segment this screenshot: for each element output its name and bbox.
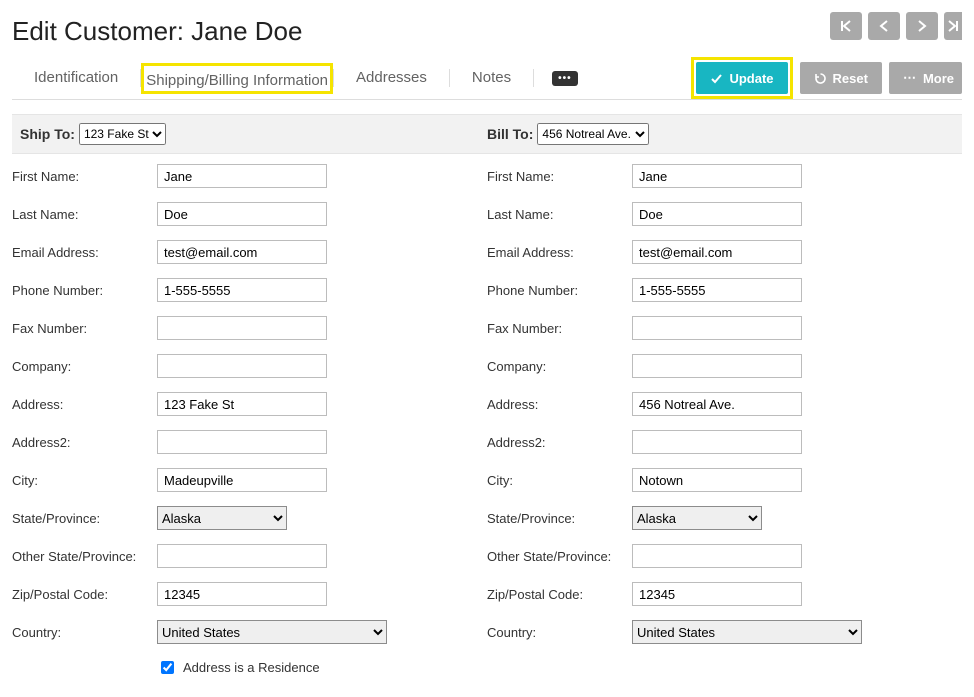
bill-other-state-label: Other State/Province:: [487, 549, 632, 564]
bill-zip-label: Zip/Postal Code:: [487, 587, 632, 602]
ship-residence-label: Address is a Residence: [183, 660, 320, 675]
ship-city-input[interactable]: [157, 468, 327, 492]
bill-address-label: Address:: [487, 397, 632, 412]
ship-email-input[interactable]: [157, 240, 327, 264]
tab-identification[interactable]: Identification: [12, 59, 140, 98]
more-icon: ⋯: [903, 70, 917, 86]
bill-city-label: City:: [487, 473, 632, 488]
ship-to-form: First Name: Last Name: Email Address: Ph…: [12, 164, 487, 677]
bill-phone-input[interactable]: [632, 278, 802, 302]
tab-more-icon[interactable]: •••: [552, 71, 578, 86]
bill-phone-label: Phone Number:: [487, 283, 632, 298]
bill-email-label: Email Address:: [487, 245, 632, 260]
bill-zip-input[interactable]: [632, 582, 802, 606]
bill-company-label: Company:: [487, 359, 632, 374]
update-highlight: Update: [691, 57, 792, 99]
tab-addresses[interactable]: Addresses: [334, 59, 449, 98]
ship-last-name-label: Last Name:: [12, 207, 157, 222]
ship-state-select[interactable]: Alaska: [157, 506, 287, 530]
ship-company-input[interactable]: [157, 354, 327, 378]
ship-first-name-input[interactable]: [157, 164, 327, 188]
check-icon: [710, 72, 723, 85]
bill-email-input[interactable]: [632, 240, 802, 264]
tab-separator: [533, 69, 534, 87]
reset-icon: [814, 72, 827, 85]
ship-phone-label: Phone Number:: [12, 283, 157, 298]
bill-address2-label: Address2:: [487, 435, 632, 450]
bill-fax-label: Fax Number:: [487, 321, 632, 336]
tab-bar: Identification Shipping/Billing Informat…: [12, 59, 578, 98]
bill-to-label: Bill To:: [487, 126, 533, 142]
ship-country-select[interactable]: United States: [157, 620, 387, 644]
ship-company-label: Company:: [12, 359, 157, 374]
section-header: Ship To: 123 Fake St Bill To: 456 Notrea…: [12, 114, 962, 154]
bill-fax-input[interactable]: [632, 316, 802, 340]
bill-state-label: State/Province:: [487, 511, 632, 526]
ship-address-input[interactable]: [157, 392, 327, 416]
ship-country-label: Country:: [12, 625, 157, 640]
pager-prev-button[interactable]: [868, 12, 900, 40]
tab-shipping-billing[interactable]: Shipping/Billing Information: [141, 63, 333, 94]
bill-to-form: First Name: Last Name: Email Address: Ph…: [487, 164, 962, 677]
ship-to-label: Ship To:: [20, 126, 75, 142]
update-button[interactable]: Update: [696, 62, 787, 94]
ship-address-label: Address:: [12, 397, 157, 412]
ship-city-label: City:: [12, 473, 157, 488]
ship-first-name-label: First Name:: [12, 169, 157, 184]
ship-address2-label: Address2:: [12, 435, 157, 450]
tab-shipping-billing-label: Shipping/Billing Information: [146, 72, 328, 89]
bill-other-state-input[interactable]: [632, 544, 802, 568]
bill-first-name-input[interactable]: [632, 164, 802, 188]
ship-zip-label: Zip/Postal Code:: [12, 587, 157, 602]
action-buttons: Update Reset ⋯ More: [691, 57, 962, 99]
bill-company-input[interactable]: [632, 354, 802, 378]
ship-email-label: Email Address:: [12, 245, 157, 260]
bill-country-select[interactable]: United States: [632, 620, 862, 644]
ship-fax-input[interactable]: [157, 316, 327, 340]
bill-state-select[interactable]: Alaska: [632, 506, 762, 530]
bill-first-name-label: First Name:: [487, 169, 632, 184]
pager-next-button[interactable]: [906, 12, 938, 40]
ship-phone-input[interactable]: [157, 278, 327, 302]
ship-to-select[interactable]: 123 Fake St: [79, 123, 166, 145]
ship-fax-label: Fax Number:: [12, 321, 157, 336]
more-button[interactable]: ⋯ More: [889, 62, 962, 94]
reset-button[interactable]: Reset: [800, 62, 882, 94]
reset-button-label: Reset: [833, 71, 868, 86]
pager-controls: [830, 12, 962, 40]
ship-address2-input[interactable]: [157, 430, 327, 454]
update-button-label: Update: [729, 71, 773, 86]
ship-other-state-label: Other State/Province:: [12, 549, 157, 564]
pager-first-button[interactable]: [830, 12, 862, 40]
bill-address2-input[interactable]: [632, 430, 802, 454]
more-button-label: More: [923, 71, 954, 86]
ship-state-label: State/Province:: [12, 511, 157, 526]
bill-address-input[interactable]: [632, 392, 802, 416]
ship-last-name-input[interactable]: [157, 202, 327, 226]
ship-other-state-input[interactable]: [157, 544, 327, 568]
tab-notes[interactable]: Notes: [450, 59, 533, 98]
bill-to-select[interactable]: 456 Notreal Ave.: [537, 123, 649, 145]
bill-last-name-label: Last Name:: [487, 207, 632, 222]
page-title: Edit Customer: Jane Doe: [12, 16, 302, 47]
ship-zip-input[interactable]: [157, 582, 327, 606]
bill-country-label: Country:: [487, 625, 632, 640]
ship-residence-checkbox[interactable]: [161, 661, 174, 674]
bill-city-input[interactable]: [632, 468, 802, 492]
bill-last-name-input[interactable]: [632, 202, 802, 226]
pager-last-button[interactable]: [944, 12, 962, 40]
